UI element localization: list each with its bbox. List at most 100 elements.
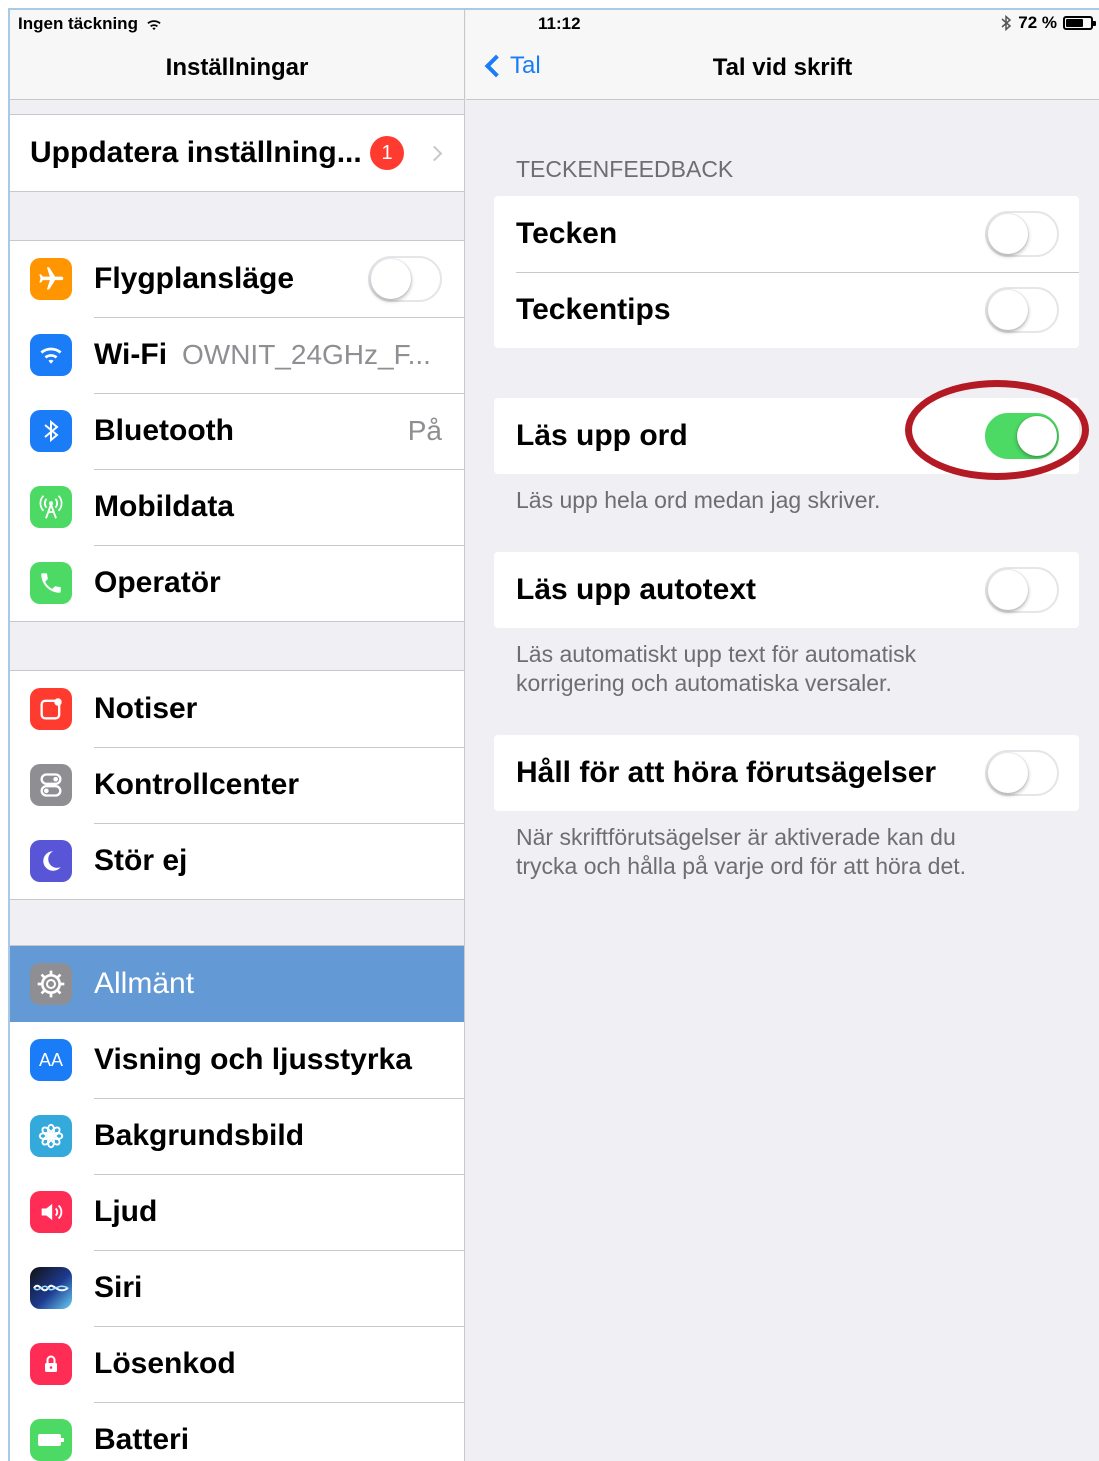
carrier-status: Ingen täckning — [18, 14, 162, 34]
battery-fill — [1066, 19, 1084, 27]
sidebar-item-label: Notiser — [94, 692, 198, 725]
battery-percent: 72 % — [1018, 13, 1057, 32]
sidebar-item-wallpaper[interactable]: Bakgrundsbild — [10, 1098, 464, 1174]
notifications-icon — [30, 688, 72, 730]
wifi-status-icon — [147, 19, 161, 30]
chevron-left-icon — [484, 54, 508, 78]
control-center-icon — [30, 764, 72, 806]
speak-words-footer: Läs upp hela ord medan jag skriver. — [516, 487, 881, 513]
carrier-label: Ingen täckning — [18, 14, 138, 33]
sidebar-item-battery[interactable]: Batteri — [10, 1402, 464, 1461]
sidebar-item-label: Ljud — [94, 1195, 158, 1228]
speak-autotext-footer-line: korrigering och automatiska versaler. — [516, 670, 892, 696]
speak-autotext-card: Läs upp autotext — [494, 552, 1079, 628]
update-group: Uppdatera inställning... 1 — [10, 114, 464, 192]
sidebar-item-label: Lösenkod — [94, 1347, 236, 1380]
flower-icon — [30, 1115, 72, 1157]
sidebar-item-label: Kontrollcenter — [94, 768, 300, 801]
antenna-icon — [30, 486, 72, 528]
hold-predictions-switch[interactable] — [985, 750, 1059, 796]
section-header: TECKENFEEDBACK — [516, 156, 734, 182]
sidebar-item-label: Wi-Fi — [94, 338, 168, 371]
sidebar-item-label: Stör ej — [94, 844, 188, 877]
sidebar-title: Inställningar — [165, 54, 309, 81]
character-hints-row: Teckentips — [494, 272, 1079, 348]
sidebar-item-airplane[interactable]: Flygplansläge — [10, 241, 464, 317]
sidebar-item-control-center[interactable]: Kontrollcenter — [10, 747, 464, 823]
back-label: Tal — [510, 52, 541, 79]
character-feedback-card: Tecken Teckentips — [494, 196, 1079, 348]
sidebar-item-notifications[interactable]: Notiser — [10, 671, 464, 747]
speak-autotext-footer: Läs automatiskt upp text för automatisk … — [516, 640, 1039, 698]
speak-autotext-footer-line: Läs automatiskt upp text för automatisk — [516, 641, 917, 667]
character-hints-switch[interactable] — [985, 287, 1059, 333]
gear-icon — [30, 963, 72, 1005]
settings-sidebar: Inställningar Uppdatera inställning... 1… — [10, 10, 465, 1461]
characters-row: Tecken — [494, 196, 1079, 272]
speak-autotext-switch[interactable] — [985, 567, 1059, 613]
clock: 11:12 — [538, 14, 581, 33]
lock-icon — [30, 1343, 72, 1385]
hold-predictions-label: Håll för att höra förutsägelser — [516, 756, 937, 789]
update-settings-label: Uppdatera inställning... — [30, 136, 362, 169]
sidebar-item-carrier[interactable]: Operatör — [10, 545, 464, 621]
bluetooth-status-icon — [1001, 14, 1012, 32]
moon-icon — [30, 840, 72, 882]
sidebar-item-label: Flygplansläge — [94, 262, 295, 295]
hold-predictions-footer-line: trycka och hålla på varje ord för att hö… — [516, 853, 967, 879]
sidebar-item-label: Mobildata — [94, 490, 234, 523]
bluetooth-status: På — [407, 415, 442, 446]
update-badge: 1 — [370, 136, 404, 170]
sidebar-item-label: Visning och ljusstyrka — [94, 1043, 412, 1076]
highlight-annotation — [905, 380, 1089, 480]
bluetooth-icon — [30, 410, 72, 452]
characters-switch[interactable] — [985, 211, 1059, 257]
sidebar-item-label: Bakgrundsbild — [94, 1119, 305, 1152]
status-bar: Ingen täckning 11:12 72 % — [10, 10, 1099, 40]
sidebar-item-label: Operatör — [94, 566, 221, 599]
wifi-icon — [30, 334, 72, 376]
sidebar-item-display[interactable]: AA Visning och ljusstyrka — [10, 1022, 464, 1098]
detail-pane: Tal vid skrift Tal TECKENFEEDBACK Tecken… — [466, 10, 1099, 1461]
sidebar-item-general[interactable]: Allmänt — [10, 946, 464, 1022]
status-right: 72 % — [1000, 13, 1096, 33]
connectivity-group: Flygplansläge Wi-Fi OWNIT_24GHz_F... Blu… — [10, 240, 464, 622]
character-hints-label: Teckentips — [516, 293, 671, 326]
hold-predictions-row: Håll för att höra förutsägelser — [494, 735, 1079, 811]
battery-icon — [30, 1419, 72, 1461]
sidebar-item-sounds[interactable]: Ljud — [10, 1174, 464, 1250]
sidebar-item-passcode[interactable]: Lösenkod — [10, 1326, 464, 1402]
sidebar-item-wifi[interactable]: Wi-Fi OWNIT_24GHz_F... — [10, 317, 464, 393]
sidebar-item-do-not-disturb[interactable]: Stör ej — [10, 823, 464, 899]
text-size-glyph: AA — [38, 1049, 63, 1070]
hold-predictions-card: Håll för att höra förutsägelser — [494, 735, 1079, 811]
sidebar-item-label: Bluetooth — [94, 414, 234, 447]
characters-label: Tecken — [516, 217, 618, 250]
speak-autotext-label: Läs upp autotext — [516, 573, 757, 606]
airplane-icon — [30, 258, 72, 300]
speak-words-label: Läs upp ord — [516, 419, 688, 452]
sidebar-item-label: Allmänt — [94, 967, 195, 1000]
back-button[interactable]: Tal — [482, 52, 541, 80]
sidebar-item-label: Siri — [94, 1271, 143, 1304]
siri-icon — [30, 1267, 72, 1309]
phone-icon — [30, 562, 72, 604]
airplane-mode-switch[interactable] — [368, 256, 442, 302]
chevron-right-icon — [426, 145, 443, 161]
speak-autotext-row: Läs upp autotext — [494, 552, 1079, 628]
wifi-network-name: OWNIT_24GHz_F... — [182, 339, 431, 370]
general-group: Allmänt AA Visning och ljusstyrka Bakgru… — [10, 945, 464, 1461]
sidebar-item-siri[interactable]: Siri — [10, 1250, 464, 1326]
text-size-icon: AA — [30, 1039, 72, 1081]
hold-predictions-footer: När skriftförutsägelser är aktiverade ka… — [516, 823, 1039, 881]
update-settings-row[interactable]: Uppdatera inställning... 1 — [10, 115, 464, 191]
page-title: Tal vid skrift — [712, 54, 853, 81]
sidebar-item-bluetooth[interactable]: Bluetooth På — [10, 393, 464, 469]
notifications-group: Notiser Kontrollcenter Stör ej — [10, 670, 464, 900]
sidebar-item-label: Batteri — [94, 1423, 190, 1456]
battery-status-icon — [1063, 16, 1096, 30]
hold-predictions-footer-line: När skriftförutsägelser är aktiverade ka… — [516, 824, 956, 850]
ipad-screen: Inställningar Uppdatera inställning... 1… — [8, 8, 1099, 1461]
sidebar-item-mobile-data[interactable]: Mobildata — [10, 469, 464, 545]
speaker-icon — [30, 1191, 72, 1233]
